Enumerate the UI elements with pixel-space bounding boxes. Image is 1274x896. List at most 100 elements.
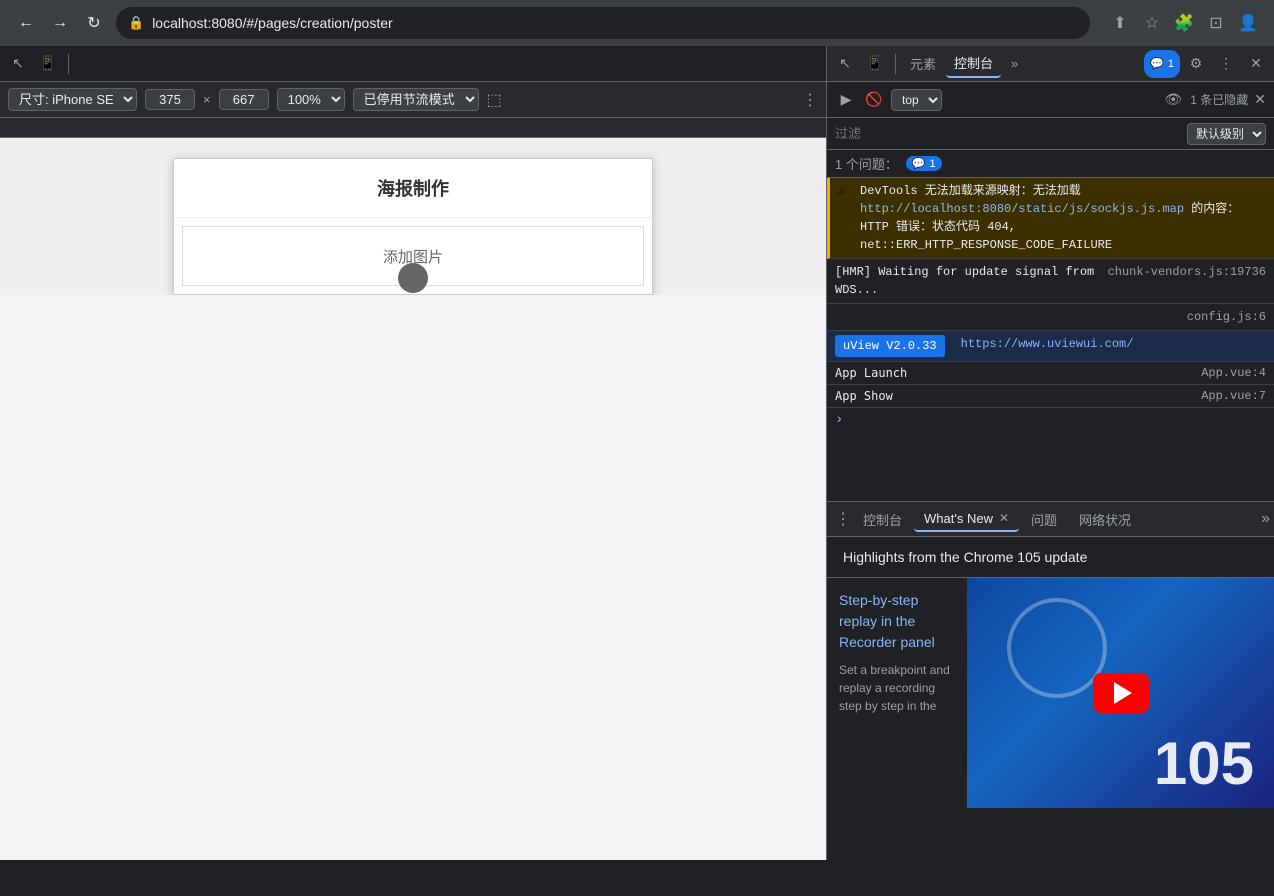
uview-link[interactable]: https://www.uviewui.com/ [961,335,1134,353]
page-content: 海报制作 添加图片 [0,138,826,295]
whatsnew-video[interactable]: 105 [967,578,1274,808]
settings-button[interactable]: ⚙ [1182,50,1210,78]
height-input[interactable] [219,89,269,110]
issues-count: 1 [930,158,936,170]
profile-button[interactable]: 👤 [1234,9,1262,37]
tab-bottom-issues[interactable]: 问题 [1021,506,1067,533]
bottom-more-icon[interactable]: » [1261,510,1270,528]
issues-bar: 1 个问题： 💬 1 [827,150,1274,178]
add-image-area[interactable]: 添加图片 [182,226,644,286]
hmr-source[interactable]: chunk-vendors.js:19736 [1108,263,1266,281]
console-messages: ⚠ DevTools 无法加载来源映射：无法加载 http://localhos… [827,178,1274,501]
issues-icon: 💬 [912,157,926,170]
notification-badge: 💬 1 [1144,50,1180,78]
tab-bottom-console[interactable]: 控制台 [853,506,912,533]
app-show-text: App Show [835,389,893,403]
close-hidden-icon[interactable]: ✕ [1254,91,1266,108]
tab-more[interactable]: » [1003,52,1026,75]
zoom-select[interactable]: 100% [277,88,345,111]
inspect-element-button[interactable]: ↖ [4,50,32,78]
toolbar-divider [68,54,69,74]
eye-button[interactable]: 👁 [1162,89,1184,111]
url-text: localhost:8080/#/pages/creation/poster [152,15,393,31]
devtools-header-tabs: ↖ 📱 元素 控制台 » 💬 1 ⚙ ⋮ ✕ [827,46,1274,82]
mobile-frame: 海报制作 添加图片 [173,158,653,295]
more-tabs-icon[interactable]: ⋮ [835,509,851,529]
hmr-message: [HMR] Waiting for update signal from WDS… [827,259,1274,304]
dimension-separator: × [203,92,211,107]
log-level-select[interactable]: 默认级别 [1187,123,1266,145]
split-button[interactable]: ⊡ [1202,9,1230,37]
tab-console[interactable]: 控制台 [946,49,1001,78]
warning-link[interactable]: http://localhost:8080/static/js/sockjs.j… [860,202,1184,216]
browser-viewport: ↖ 📱 尺寸: iPhone SE × 100% 已停用节流模式 ⬚ ⋮ [0,46,826,860]
warning-text-before: DevTools 无法加载来源映射：无法加载 [860,184,1081,198]
tab-elements[interactable]: 元素 [902,50,944,77]
share-button[interactable]: ⬆ [1106,9,1134,37]
article-description: Set a breakpoint and replay a recording … [839,661,955,715]
back-button[interactable]: ← [12,9,40,37]
video-number: 105 [1154,729,1254,798]
devtools-top-toolbar: ↖ 📱 [0,46,826,82]
page-title: 海报制作 [174,159,652,218]
video-play-button[interactable] [1093,673,1149,713]
uview-badge: uView V2.0.33 [835,335,945,357]
article-title[interactable]: Step-by-step replay in the Recorder pane… [839,590,955,653]
bottom-issues-label: 问题 [1031,510,1057,529]
hmr-text: [HMR] Waiting for update signal from WDS… [835,263,1100,299]
whatsnew-content: Step-by-step replay in the Recorder pane… [827,578,1274,808]
video-thumbnail: 105 [967,578,1274,808]
config-source[interactable]: config.js:6 [1187,308,1266,326]
more-options-icon[interactable]: ⋮ [802,90,818,110]
notification-count: 1 [1168,58,1174,70]
device-select[interactable]: 尺寸: iPhone SE [8,88,137,111]
whatsnew-header: Highlights from the Chrome 105 update [827,537,1274,578]
main-area: ↖ 📱 尺寸: iPhone SE × 100% 已停用节流模式 ⬚ ⋮ [0,46,1274,860]
close-devtools-button[interactable]: ✕ [1242,50,1270,78]
whatsnew-panel: Highlights from the Chrome 105 update St… [827,537,1274,860]
mobile-body: 添加图片 [174,218,652,294]
play-triangle-icon [1114,682,1132,704]
width-input[interactable] [145,89,195,110]
notification-icon: 💬 [1150,57,1164,70]
ruler-area [0,118,826,138]
whatsnew-article: Step-by-step replay in the Recorder pane… [827,578,967,808]
block-button[interactable]: 🚫 [863,89,885,111]
reload-button[interactable]: ↻ [80,9,108,37]
rotate-icon[interactable]: ⬚ [487,90,502,110]
console-top-toolbar: ▶ 🚫 top 👁 1 条已隐藏 ✕ [827,82,1274,118]
nav-buttons: ← → ↻ [12,9,108,37]
dt-inspect-btn[interactable]: ↖ [831,50,859,78]
app-show-source[interactable]: App.vue:7 [1201,389,1266,403]
drag-handle[interactable] [398,263,428,293]
uview-message: uView V2.0.33 https://www.uviewui.com/ [827,331,1274,362]
forward-button[interactable]: → [46,9,74,37]
warning-message: ⚠ DevTools 无法加载来源映射：无法加载 http://localhos… [827,178,1274,259]
context-select[interactable]: top [891,89,942,111]
issues-label: 1 个问题： [835,154,898,173]
expand-chevron[interactable]: › [827,408,1274,432]
bookmark-button[interactable]: ☆ [1138,9,1166,37]
whatsnew-close-icon[interactable]: ✕ [999,511,1009,525]
tab-bottom-whatsnew[interactable]: What's New ✕ [914,507,1019,532]
browser-actions: ⬆ ☆ 🧩 ⊡ 👤 [1106,9,1262,37]
bottom-network-label: 网络状况 [1079,510,1131,529]
issues-badge[interactable]: 💬 1 [906,156,942,171]
filter-input[interactable] [835,126,1179,141]
address-bar[interactable]: 🔒 localhost:8080/#/pages/creation/poster [116,7,1090,39]
dimension-bar: 尺寸: iPhone SE × 100% 已停用节流模式 ⬚ ⋮ [0,82,826,118]
clear-console-button[interactable]: ▶ [835,89,857,111]
app-show-msg: App Show App.vue:7 [827,385,1274,408]
extension-button[interactable]: 🧩 [1170,9,1198,37]
device-toggle-button[interactable]: 📱 [34,50,62,78]
filter-bar: 默认级别 [827,118,1274,150]
app-launch-source[interactable]: App.vue:4 [1201,366,1266,380]
customize-button[interactable]: ⋮ [1212,50,1240,78]
dt-device-btn[interactable]: 📱 [861,50,889,78]
throttle-select[interactable]: 已停用节流模式 [353,88,479,111]
warning-text: DevTools 无法加载来源映射：无法加载 http://localhost:… [860,182,1266,254]
app-launch-text: App Launch [835,366,907,380]
tab-bottom-network[interactable]: 网络状况 [1069,506,1141,533]
hidden-count: 1 条已隐藏 [1190,91,1248,108]
config-message: config.js:6 [827,304,1274,331]
